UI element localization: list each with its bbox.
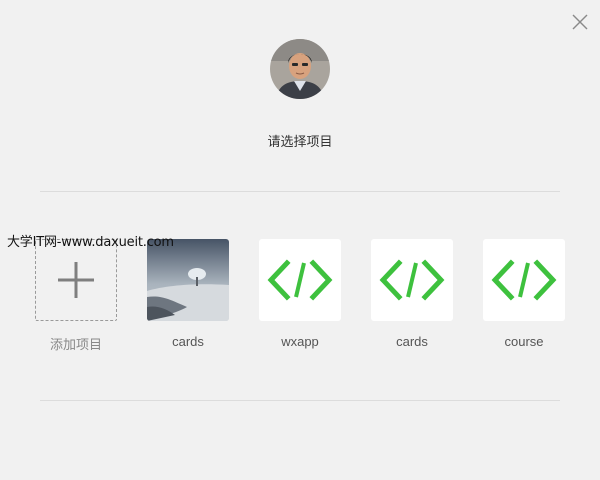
- close-icon: [572, 14, 588, 30]
- project-name: cards: [396, 334, 428, 349]
- project-select-window: 请选择项目 添加项目 cards wxapp cards course 大学IT…: [0, 0, 600, 480]
- user-avatar-icon: [270, 39, 330, 99]
- project-name: cards: [172, 334, 204, 349]
- landscape-thumbnail-icon: [147, 239, 229, 321]
- project-name: course: [504, 334, 544, 349]
- project-name: wxapp: [281, 334, 319, 349]
- project-tile[interactable]: [147, 239, 229, 321]
- plus-icon: [58, 262, 94, 298]
- project-tile[interactable]: [259, 239, 341, 321]
- avatar[interactable]: [270, 39, 330, 99]
- code-icon: [491, 259, 557, 301]
- page-title: 请选择项目: [267, 135, 333, 150]
- divider-top: [40, 191, 560, 192]
- code-icon: [267, 259, 333, 301]
- add-project-button[interactable]: [35, 239, 117, 321]
- project-tile[interactable]: [371, 239, 453, 321]
- project-tile[interactable]: [483, 239, 565, 321]
- code-icon: [379, 259, 445, 301]
- add-project-label: 添加项目: [49, 338, 102, 353]
- divider-bottom: [40, 400, 560, 401]
- close-button[interactable]: [569, 11, 591, 33]
- watermark-text: 大学IT网-www.daxueit.com: [7, 235, 174, 250]
